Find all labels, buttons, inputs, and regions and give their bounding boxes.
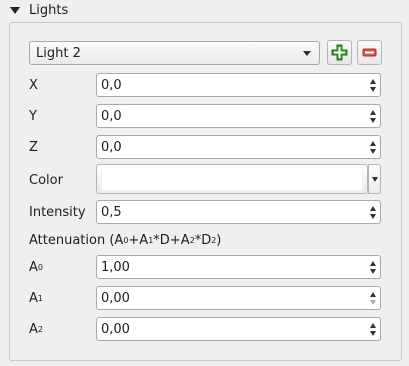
light-select-value: Light 2 — [36, 45, 81, 61]
x-value: 0,0 — [101, 77, 122, 93]
spin-down-icon[interactable] — [370, 268, 376, 274]
spin-up-icon[interactable] — [370, 260, 376, 266]
collapse-triangle-icon[interactable] — [10, 6, 20, 14]
section-title: Lights — [29, 2, 69, 18]
chevron-down-icon — [303, 51, 311, 56]
minus-icon — [362, 48, 377, 57]
color-label: Color — [29, 172, 63, 188]
a0-spinbox[interactable]: 1,00 — [96, 255, 381, 279]
lights-section-header[interactable]: Lights — [8, 0, 68, 20]
a2-label-text: A — [29, 321, 38, 337]
y-spinbox[interactable]: 0,0 — [96, 104, 381, 128]
a0-value: 1,00 — [101, 259, 130, 275]
spin-up-icon[interactable] — [370, 291, 376, 297]
spin-down-icon[interactable] — [370, 148, 376, 154]
intensity-spinbox[interactable]: 0,5 — [96, 200, 381, 224]
spin-up-icon[interactable] — [370, 140, 376, 146]
a1-value: 0,00 — [101, 290, 130, 306]
attenuation-prefix: Attenuation (A — [29, 232, 124, 248]
color-button[interactable] — [96, 164, 368, 194]
intensity-label: Intensity — [29, 204, 86, 220]
a2-sub: 2 — [37, 324, 43, 334]
spin-down-icon[interactable] — [370, 86, 376, 92]
spin-down-icon — [370, 299, 376, 305]
spin-down-icon[interactable] — [370, 213, 376, 219]
intensity-value: 0,5 — [101, 204, 122, 220]
y-label: Y — [29, 108, 37, 124]
color-swatch — [102, 168, 362, 190]
spin-down-icon[interactable] — [370, 330, 376, 336]
a2-label: A2 — [29, 317, 43, 341]
a0-sub: 0 — [37, 262, 43, 272]
a1-label: A1 — [29, 286, 43, 310]
a0-label: A0 — [29, 255, 43, 279]
a0-label-text: A — [29, 259, 38, 275]
a2-value: 0,00 — [101, 321, 130, 337]
attenuation-heading: Attenuation (A 0 +A 1 *D+A 2 *D 2) — [29, 232, 222, 248]
spin-down-icon[interactable] — [370, 117, 376, 123]
z-spinbox[interactable]: 0,0 — [96, 135, 381, 159]
spin-up-icon[interactable] — [370, 322, 376, 328]
spin-up-icon[interactable] — [370, 78, 376, 84]
y-value: 0,0 — [101, 108, 122, 124]
add-light-button[interactable] — [327, 40, 352, 65]
a1-spinbox[interactable]: 0,00 — [96, 286, 381, 310]
light-select[interactable]: Light 2 — [29, 41, 320, 65]
spin-up-icon[interactable] — [370, 205, 376, 211]
a2-spinbox[interactable]: 0,00 — [96, 317, 381, 341]
x-label: X — [29, 77, 38, 93]
spin-up-icon[interactable] — [370, 109, 376, 115]
a1-sub: 1 — [37, 293, 43, 303]
color-dropdown-button[interactable] — [368, 164, 381, 194]
z-value: 0,0 — [101, 139, 122, 155]
z-label: Z — [29, 139, 38, 155]
x-spinbox[interactable]: 0,0 — [96, 73, 381, 97]
remove-light-button[interactable] — [357, 40, 382, 65]
a1-label-text: A — [29, 290, 38, 306]
chevron-down-icon — [371, 176, 378, 182]
plus-icon — [331, 44, 348, 61]
